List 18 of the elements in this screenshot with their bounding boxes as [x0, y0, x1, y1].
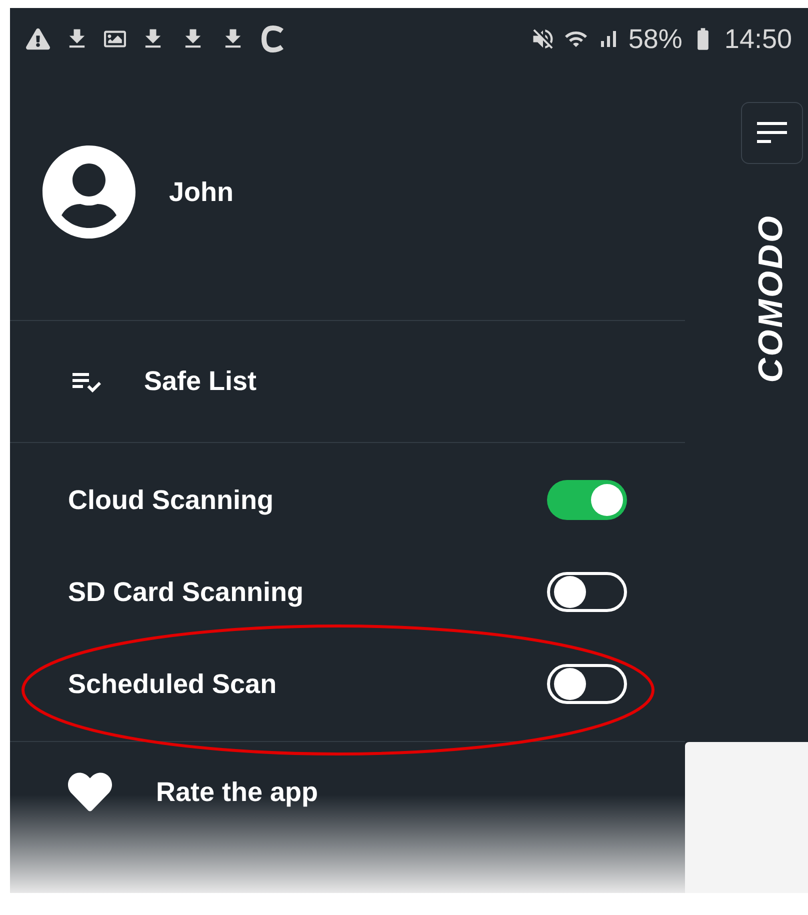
menu-item[interactable]: Rate the app: [68, 770, 318, 814]
menu-item[interactable]: Safe List: [10, 321, 685, 443]
toggle-switch[interactable]: [547, 572, 627, 612]
setting-label: Cloud Scanning: [68, 484, 274, 517]
warning-icon: [26, 27, 50, 51]
c-logo-icon: [260, 25, 286, 53]
avatar-icon: [41, 144, 137, 240]
setting-label: Scheduled Scan: [68, 668, 277, 701]
toggle-switch[interactable]: [547, 480, 627, 520]
user-name: John: [169, 176, 234, 209]
setting-label: SD Card Scanning: [68, 576, 304, 609]
heart-icon: [68, 770, 112, 814]
clock-time: 14:50: [724, 22, 792, 56]
menu-button[interactable]: [740, 102, 802, 164]
image-icon: [104, 28, 126, 50]
battery-percent: 58%: [628, 22, 682, 56]
toggle-switch[interactable]: [547, 664, 627, 704]
brand-logo: COMODO: [751, 214, 791, 383]
